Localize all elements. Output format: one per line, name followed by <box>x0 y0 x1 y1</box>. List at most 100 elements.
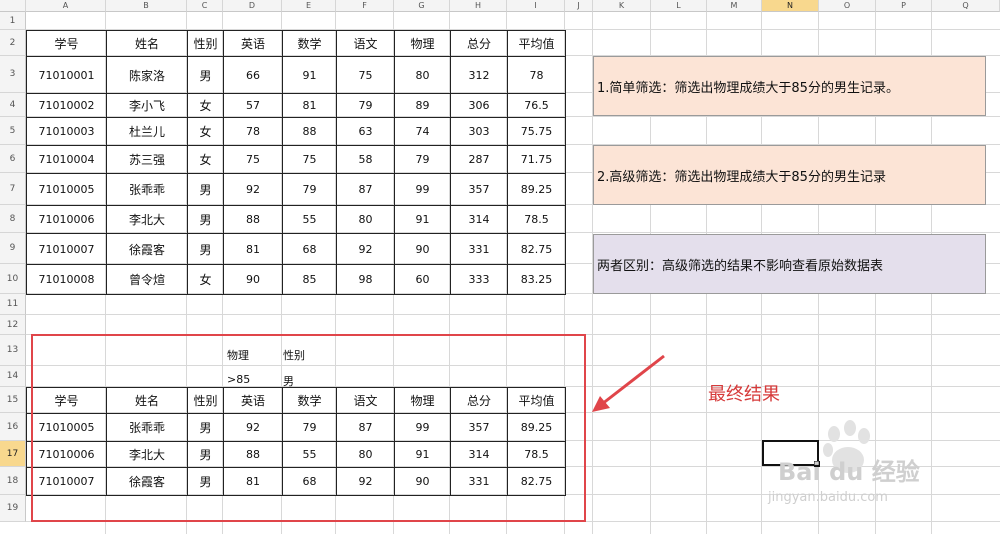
note-advanced-filter[interactable]: 2.高级筛选：筛选出物理成绩大于85分的男生记录 <box>593 145 986 205</box>
main-cell[interactable]: 78.5 <box>507 205 566 234</box>
main-cell[interactable]: 女 <box>187 145 224 174</box>
main-cell[interactable]: 92 <box>336 233 395 265</box>
main-header-row[interactable]: 学号 姓名 性别 英语 数学 语文 物理 总分 平均值 <box>26 30 566 57</box>
row-header-2[interactable]: 2 <box>0 30 26 56</box>
main-data-table[interactable]: 学号 姓名 性别 英语 数学 语文 物理 总分 平均值 71010001 陈家洛男 66 91 75 80 3… <box>26 30 566 295</box>
main-cell[interactable]: 李小飞 <box>106 93 188 118</box>
main-cell[interactable]: 71010007 <box>26 233 107 265</box>
main-cell[interactable]: 81 <box>282 93 337 118</box>
main-cell[interactable]: 91 <box>282 56 337 94</box>
main-cell[interactable]: 75 <box>223 145 283 174</box>
main-cell[interactable]: 99 <box>394 173 451 206</box>
main-cell[interactable]: 徐霞客 <box>106 233 188 265</box>
row-header-6[interactable]: 6 <box>0 145 26 173</box>
main-cell[interactable]: 89.25 <box>507 173 566 206</box>
main-cell[interactable]: 女 <box>187 93 224 118</box>
main-cell[interactable]: 女 <box>187 264 224 295</box>
main-cell[interactable]: 78 <box>223 117 283 146</box>
row-header-16[interactable]: 16 <box>0 413 26 441</box>
main-cell[interactable]: 75 <box>336 56 395 94</box>
note-simple-filter[interactable]: 1.简单筛选：筛选出物理成绩大于85分的男生记录。 <box>593 56 986 116</box>
column-header-c[interactable]: C <box>187 0 223 12</box>
column-header-i[interactable]: I <box>507 0 565 12</box>
main-cell[interactable]: 女 <box>187 117 224 146</box>
column-header-h[interactable]: H <box>450 0 507 12</box>
row-header-4[interactable]: 4 <box>0 93 26 117</box>
note-difference[interactable]: 两者区别：高级筛选的结果不影响查看原始数据表 <box>593 234 986 294</box>
main-cell[interactable]: 331 <box>450 233 508 265</box>
main-cell[interactable]: 男 <box>187 205 224 234</box>
main-row[interactable]: 71010008 曾令煊女 90 85 98 60 333 83.25 <box>26 264 566 295</box>
main-cell[interactable]: 57 <box>223 93 283 118</box>
main-cell[interactable]: 58 <box>336 145 395 174</box>
main-cell[interactable]: 苏三强 <box>106 145 188 174</box>
row-header-12[interactable]: 12 <box>0 315 26 335</box>
main-header-cell[interactable]: 性别 <box>187 30 224 57</box>
main-cell[interactable]: 312 <box>450 56 508 94</box>
main-row[interactable]: 71010004 苏三强女 75 75 58 79 287 71.75 <box>26 145 566 174</box>
main-header-cell[interactable]: 总分 <box>450 30 508 57</box>
main-cell[interactable]: 98 <box>336 264 395 295</box>
main-row[interactable]: 71010003 杜兰儿女 78 88 63 74 303 75.75 <box>26 117 566 146</box>
main-header-cell[interactable]: 语文 <box>336 30 395 57</box>
main-cell[interactable]: 89 <box>394 93 451 118</box>
column-header-e[interactable]: E <box>282 0 336 12</box>
column-header-l[interactable]: L <box>651 0 707 12</box>
main-header-cell[interactable]: 数学 <box>282 30 337 57</box>
row-header-9[interactable]: 9 <box>0 233 26 264</box>
main-cell[interactable]: 75 <box>282 145 337 174</box>
column-header-a[interactable]: A <box>26 0 106 12</box>
row-header-8[interactable]: 8 <box>0 205 26 233</box>
main-cell[interactable]: 79 <box>282 173 337 206</box>
row-header-17[interactable]: 17 <box>0 441 26 467</box>
row-header-13[interactable]: 13 <box>0 335 26 366</box>
row-header-15[interactable]: 15 <box>0 387 26 413</box>
row-header-11[interactable]: 11 <box>0 294 26 315</box>
main-cell[interactable]: 81 <box>223 233 283 265</box>
main-row[interactable]: 71010002 李小飞女 57 81 79 89 306 76.5 <box>26 93 566 118</box>
main-cell[interactable]: 303 <box>450 117 508 146</box>
main-cell[interactable]: 82.75 <box>507 233 566 265</box>
main-cell[interactable]: 63 <box>336 117 395 146</box>
main-cell[interactable]: 75.75 <box>507 117 566 146</box>
main-cell[interactable]: 66 <box>223 56 283 94</box>
main-cell[interactable]: 79 <box>394 145 451 174</box>
column-header-k[interactable]: K <box>593 0 651 12</box>
column-header-j[interactable]: J <box>565 0 593 12</box>
main-header-cell[interactable]: 平均值 <box>507 30 566 57</box>
main-header-cell[interactable]: 英语 <box>223 30 283 57</box>
main-cell[interactable]: 71010004 <box>26 145 107 174</box>
row-header-5[interactable]: 5 <box>0 117 26 145</box>
main-cell[interactable]: 88 <box>223 205 283 234</box>
row-header-10[interactable]: 10 <box>0 264 26 294</box>
main-header-cell[interactable]: 姓名 <box>106 30 188 57</box>
main-cell[interactable]: 男 <box>187 56 224 94</box>
column-header-f[interactable]: F <box>336 0 394 12</box>
main-cell[interactable]: 71010001 <box>26 56 107 94</box>
column-header-d[interactable]: D <box>223 0 282 12</box>
main-cell[interactable]: 曾令煊 <box>106 264 188 295</box>
main-cell[interactable]: 60 <box>394 264 451 295</box>
main-cell[interactable]: 李北大 <box>106 205 188 234</box>
column-header-b[interactable]: B <box>106 0 187 12</box>
main-cell[interactable]: 85 <box>282 264 337 295</box>
main-cell[interactable]: 80 <box>394 56 451 94</box>
main-row[interactable]: 71010005 张乖乖男 92 79 87 99 357 89.25 <box>26 173 566 206</box>
row-header-14[interactable]: 14 <box>0 366 26 387</box>
main-cell[interactable]: 87 <box>336 173 395 206</box>
main-cell[interactable]: 83.25 <box>507 264 566 295</box>
main-cell[interactable]: 陈家洛 <box>106 56 188 94</box>
main-cell[interactable]: 287 <box>450 145 508 174</box>
main-cell[interactable]: 306 <box>450 93 508 118</box>
main-cell[interactable]: 男 <box>187 173 224 206</box>
main-cell[interactable]: 92 <box>223 173 283 206</box>
main-cell[interactable]: 68 <box>282 233 337 265</box>
main-cell[interactable]: 357 <box>450 173 508 206</box>
row-header-3[interactable]: 3 <box>0 56 26 93</box>
main-cell[interactable]: 333 <box>450 264 508 295</box>
main-cell[interactable]: 314 <box>450 205 508 234</box>
main-header-cell[interactable]: 物理 <box>394 30 451 57</box>
main-cell[interactable]: 80 <box>336 205 395 234</box>
main-cell[interactable]: 71010006 <box>26 205 107 234</box>
main-cell[interactable]: 90 <box>394 233 451 265</box>
